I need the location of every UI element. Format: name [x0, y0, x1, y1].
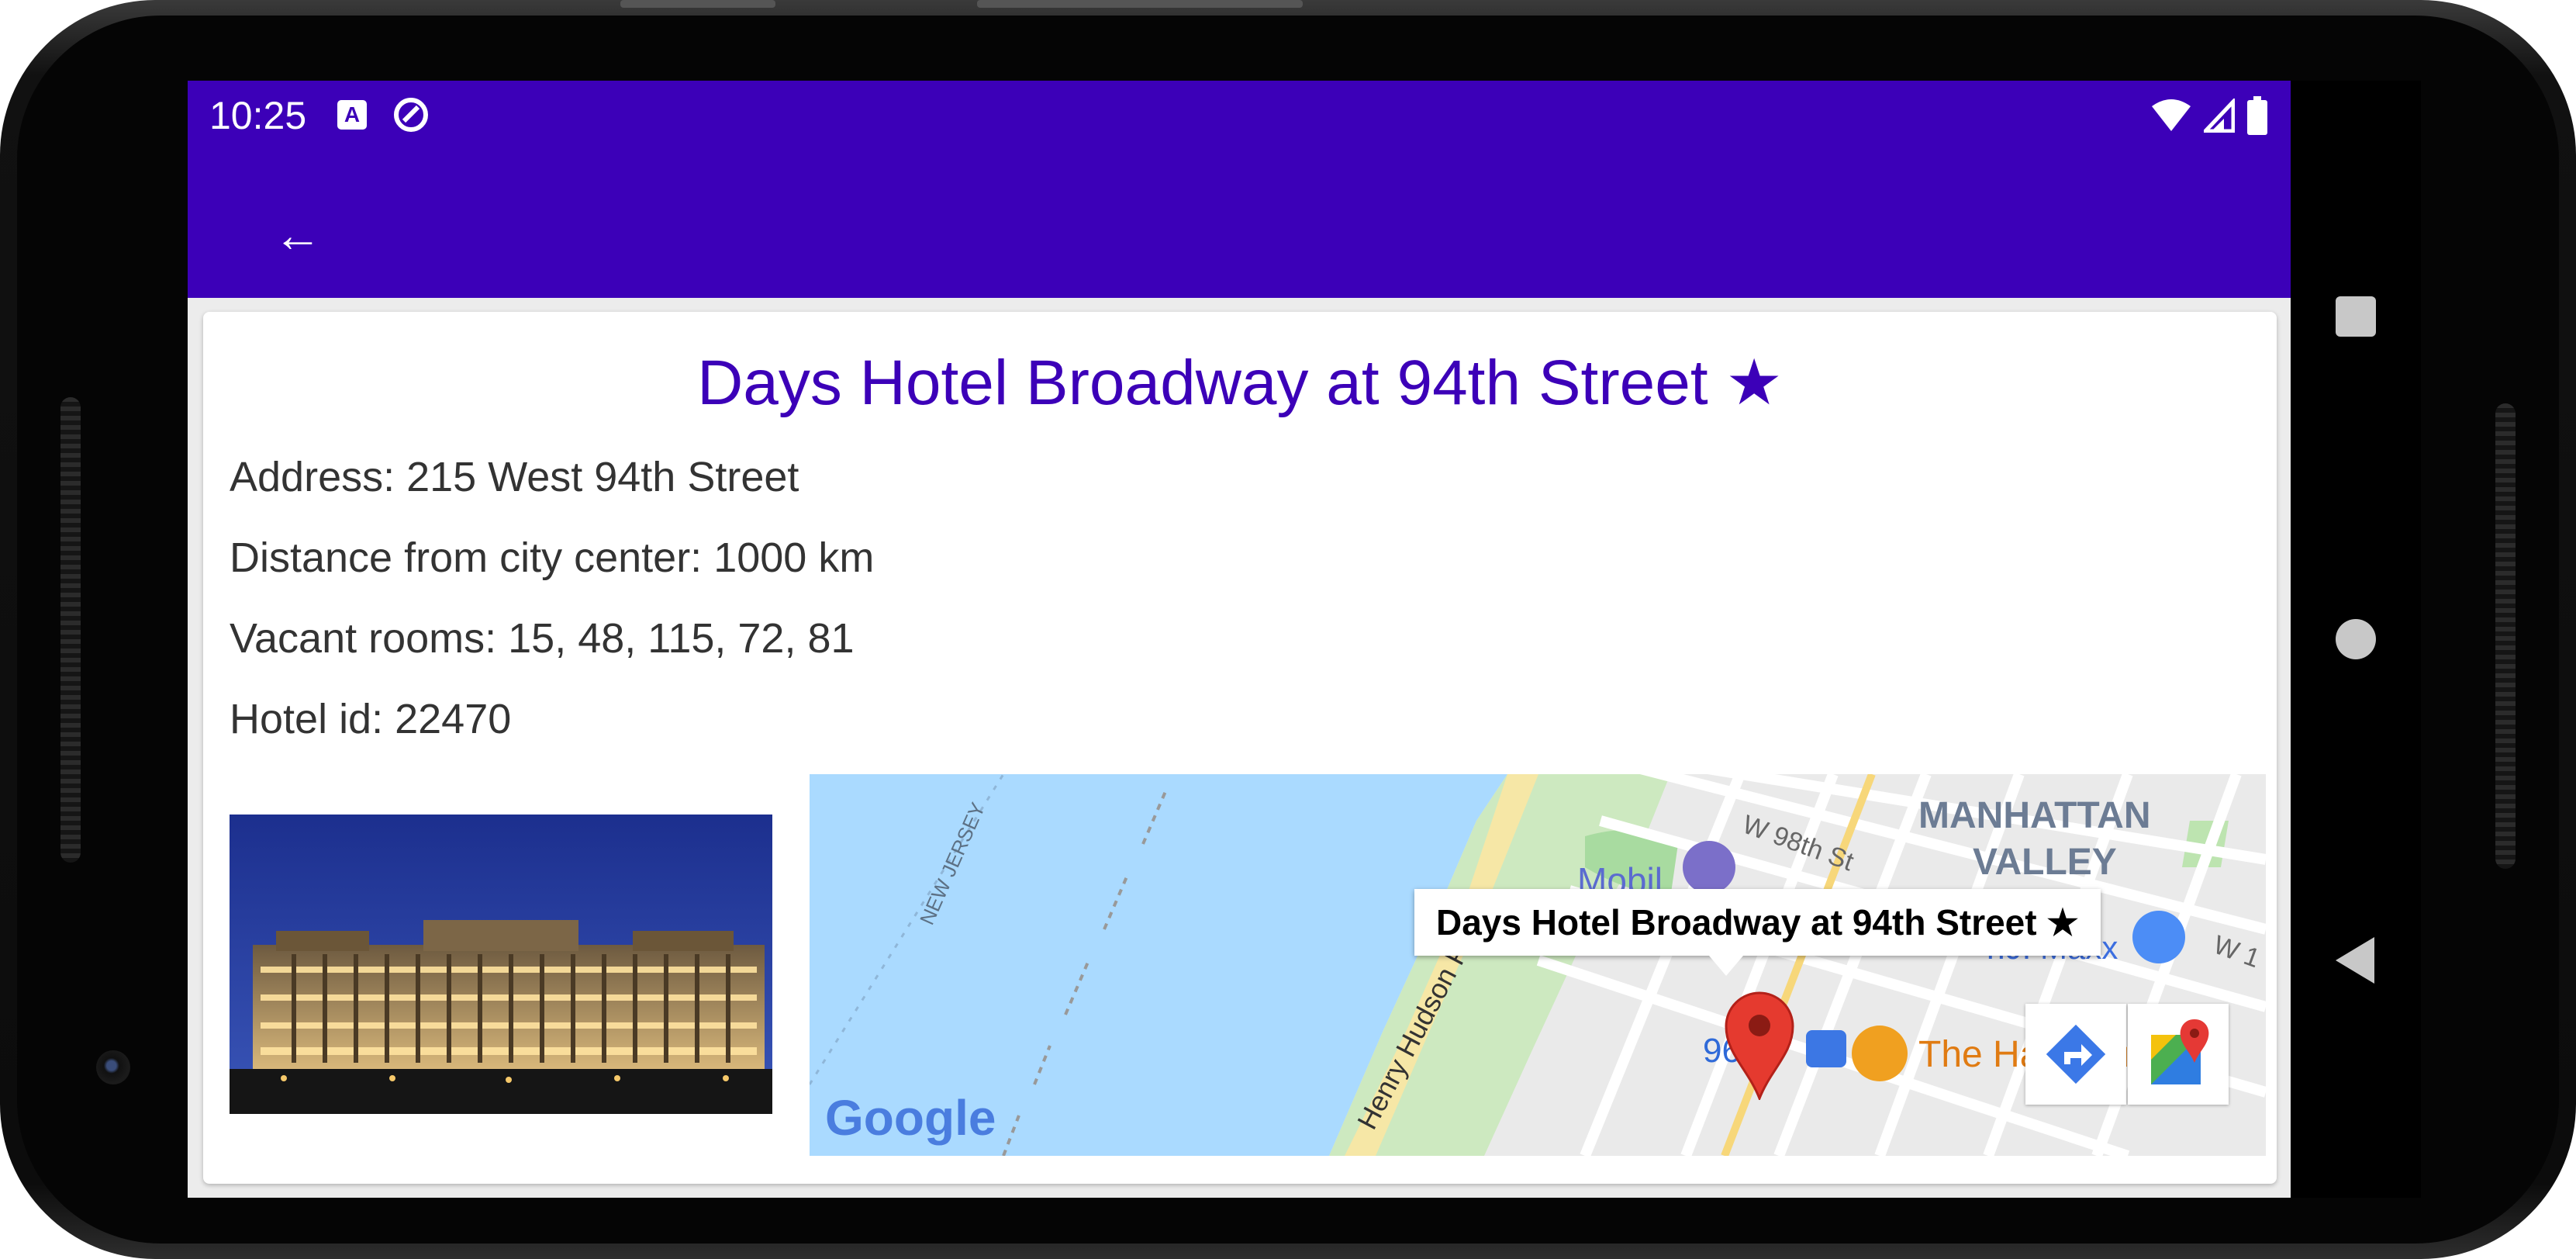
status-time: 10:25 [209, 94, 307, 137]
front-camera [96, 1050, 130, 1084]
home-button[interactable] [2336, 619, 2376, 659]
volume-button [620, 0, 775, 8]
hotel-map[interactable]: MANHATTAN VALLEY W 98th St Mobil NEW JER… [810, 774, 2266, 1156]
speaker-grille-left [60, 397, 81, 863]
sync-icon [394, 98, 428, 132]
power-button [977, 0, 1303, 8]
hotel-distance: Distance from city center: 1000 km [230, 534, 875, 581]
phone-frame: 10:25 A ← Days Hotel Broadway at 94th St… [0, 0, 2576, 1259]
google-maps-icon[interactable] [2128, 1004, 2229, 1105]
directions-icon[interactable] [2025, 1004, 2126, 1105]
speaker-grille-right [2495, 403, 2516, 869]
map-label-valley: VALLEY [1973, 842, 2117, 883]
hotel-vacant-rooms: Vacant rooms: 15, 48, 115, 72, 81 [230, 615, 855, 662]
navigation-bar [2291, 81, 2421, 1198]
back-arrow-icon[interactable]: ← [259, 197, 337, 275]
recents-button[interactable] [2336, 296, 2376, 337]
map-marker-icon[interactable] [1725, 991, 1794, 1100]
hotel-title: Days Hotel Broadway at 94th Street ★ [697, 348, 1783, 418]
hotel-card: Days Hotel Broadway at 94th Street ★ Add… [203, 312, 2277, 1184]
app-bar: 10:25 A ← [188, 81, 2291, 298]
map-info-window[interactable]: Days Hotel Broadway at 94th Street ★ [1414, 889, 2101, 976]
hotel-address: Address: 215 West 94th Street [230, 454, 799, 500]
battery-icon [2247, 96, 2267, 135]
hotel-photo [230, 815, 772, 1114]
map-label-manhattan: MANHATTAN [1918, 795, 2151, 836]
wifi-icon [2152, 99, 2191, 131]
signal-icon [2200, 96, 2236, 133]
nav-back-button[interactable] [2336, 937, 2374, 984]
google-logo: Google [825, 1090, 996, 1146]
hotel-id: Hotel id: 22470 [230, 696, 512, 742]
a-icon: A [337, 100, 367, 130]
system-icons [2143, 96, 2267, 135]
screen: 10:25 A ← Days Hotel Broadway at 94th St… [188, 81, 2291, 1198]
